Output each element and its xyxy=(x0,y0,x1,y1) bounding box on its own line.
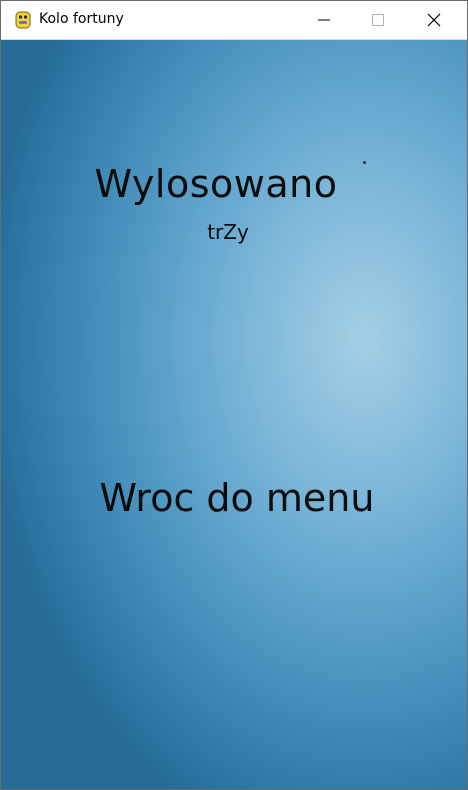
maximize-button[interactable] xyxy=(355,1,401,39)
window-title: Kolo fortuny xyxy=(39,11,124,27)
back-to-menu-button[interactable]: Wroc do menu xyxy=(1,476,467,520)
close-icon xyxy=(427,13,441,27)
python-icon xyxy=(13,10,33,30)
minimize-icon xyxy=(318,19,330,21)
result-value: trZy xyxy=(207,220,249,244)
game-canvas[interactable]: Wylosowano trZy Wroc do menu xyxy=(1,40,467,789)
result-heading: Wylosowano xyxy=(94,162,338,206)
minimize-button[interactable] xyxy=(301,1,347,39)
close-button[interactable] xyxy=(411,1,457,39)
app-window: Kolo fortuny Wylosowano trZy Wroc do men… xyxy=(0,0,468,790)
title-bar[interactable]: Kolo fortuny xyxy=(1,1,467,40)
maximize-icon xyxy=(372,14,384,26)
